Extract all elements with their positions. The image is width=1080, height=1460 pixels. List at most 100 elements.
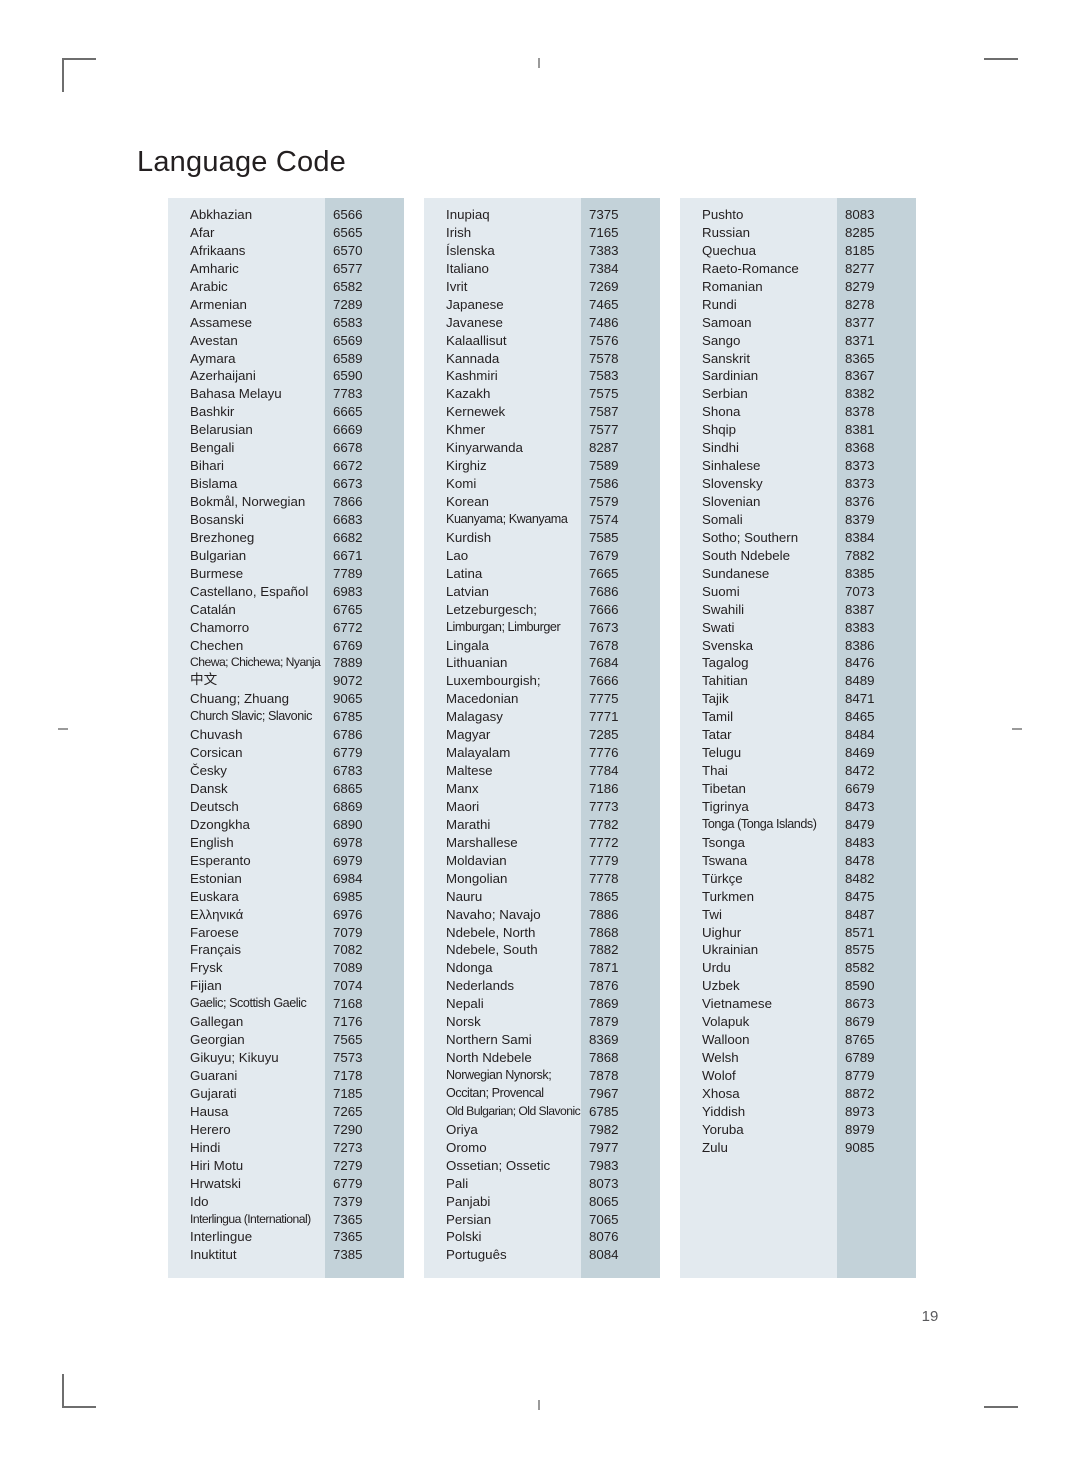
language-name: Brezhoneg bbox=[190, 529, 255, 545]
language-code-value: 8679 bbox=[845, 1014, 875, 1030]
language-code-value: 6665 bbox=[333, 404, 363, 420]
language-code-value: 7082 bbox=[333, 942, 363, 958]
language-code-value: 6985 bbox=[333, 888, 363, 904]
language-code-value: 7465 bbox=[589, 296, 619, 312]
language-code-value: 6679 bbox=[845, 781, 875, 796]
language-code-column-1: Abkhazian Afar Afrikaans Amharic Arabic Armen… bbox=[168, 198, 404, 1279]
language-name: Tsonga bbox=[702, 834, 745, 850]
language-code-value: 7772 bbox=[589, 834, 619, 850]
language-code-value: 7289 bbox=[333, 296, 363, 312]
language-code-value: 7185 bbox=[333, 1085, 363, 1101]
language-name: Occitan; Provencal bbox=[446, 1085, 544, 1100]
language-code-value: 6582 bbox=[333, 278, 363, 294]
language-name: Swati bbox=[702, 619, 735, 635]
language-name: Chewa; Chichewa; Nyanja bbox=[190, 655, 321, 670]
language-code-value: 7666 bbox=[589, 673, 619, 689]
language-name: Guarani bbox=[190, 1068, 238, 1083]
language-code-value: 6672 bbox=[333, 458, 363, 474]
language-code-value: 7579 bbox=[589, 494, 619, 509]
language-name: Bulgarian bbox=[190, 547, 247, 563]
language-name: Letzeburgesch; bbox=[446, 601, 537, 617]
language-name: Walloon bbox=[702, 1032, 750, 1048]
language-code-value: 8383 bbox=[845, 619, 875, 635]
language-name: Svenska bbox=[702, 637, 753, 653]
empty-cell bbox=[837, 1211, 916, 1229]
language-code-value: 8779 bbox=[845, 1068, 875, 1083]
language-code-value: 7575 bbox=[589, 386, 619, 402]
language-code-value: 6869 bbox=[333, 798, 363, 814]
language-code-value: 8278 bbox=[845, 296, 875, 312]
language-name: Tswana bbox=[702, 852, 748, 868]
language-name: Faroese bbox=[190, 924, 239, 940]
language-name: Church Slavic; Slavonic bbox=[190, 709, 312, 724]
language-code-value: 8765 bbox=[845, 1032, 875, 1048]
language-code-value: 7576 bbox=[589, 332, 619, 348]
language-name: Oriya bbox=[446, 1121, 478, 1137]
language-code-value: 7789 bbox=[333, 565, 363, 581]
language-name: Ndebele, South bbox=[446, 942, 538, 958]
language-code-value: 8473 bbox=[845, 798, 875, 814]
language-code-value: 7573 bbox=[333, 1050, 363, 1066]
language-code-value: 8973 bbox=[845, 1103, 875, 1119]
language-name: Sango bbox=[702, 332, 741, 348]
language-name: Sundanese bbox=[702, 565, 770, 581]
language-name: Hiri Motu bbox=[190, 1157, 244, 1173]
language-code-value: 8377 bbox=[845, 314, 875, 330]
language-code-value: 7073 bbox=[845, 583, 875, 599]
language-code-value: 8279 bbox=[845, 278, 875, 294]
language-code-value: 6789 bbox=[845, 1050, 875, 1066]
language-code-value: 8369 bbox=[589, 1032, 619, 1048]
language-code-value: 7273 bbox=[333, 1139, 363, 1155]
language-code-value: 8368 bbox=[845, 440, 875, 456]
language-code-value: 8472 bbox=[845, 763, 875, 779]
language-name: Norsk bbox=[446, 1014, 481, 1030]
language-name: Polski bbox=[446, 1229, 482, 1245]
language-code-value: 7385 bbox=[333, 1247, 363, 1263]
language-code-column: 7375 7165 7383 7384 7269 7465 7486 7576 7578 7583… bbox=[581, 198, 660, 1279]
crop-mark-top-left bbox=[62, 58, 96, 92]
language-name: Ossetian; Ossetic bbox=[446, 1157, 551, 1173]
language-name: Moldavian bbox=[446, 852, 507, 868]
language-code-value: 7665 bbox=[589, 565, 619, 581]
language-code-value: 6671 bbox=[333, 547, 363, 563]
language-name: Nederlands bbox=[446, 978, 515, 994]
language-code-value: 7589 bbox=[589, 458, 619, 474]
language-code-value: 8285 bbox=[845, 224, 875, 240]
language-name: Tajik bbox=[702, 691, 729, 707]
language-name: Gikuyu; Kikuyu bbox=[190, 1050, 279, 1066]
language-code-value: 6779 bbox=[333, 745, 363, 761]
language-code-value: 7967 bbox=[589, 1085, 619, 1101]
language-name: Inuktitut bbox=[190, 1247, 237, 1263]
crop-mark-top-right bbox=[984, 58, 1018, 92]
language-code-value: 7583 bbox=[589, 368, 619, 384]
language-code-value: 8590 bbox=[845, 978, 875, 994]
language-code-value: 7365 bbox=[333, 1229, 363, 1245]
language-code-table: Abkhazian Afar Afrikaans Amharic Arabic Armen… bbox=[168, 198, 918, 1279]
language-code-value: 7577 bbox=[589, 422, 619, 438]
language-code-value: 6979 bbox=[333, 852, 363, 868]
registration-tick-top bbox=[538, 58, 540, 68]
language-name: Urdu bbox=[702, 960, 731, 976]
language-name: Navaho; Navajo bbox=[446, 906, 541, 922]
language-code-value: 6769 bbox=[333, 637, 363, 653]
language-name: Slovensky bbox=[702, 476, 763, 492]
language-name: Wolof bbox=[702, 1068, 736, 1083]
language-name: Chuvash bbox=[190, 727, 243, 743]
language-name: Bislama bbox=[190, 476, 238, 492]
language-name: Slovenian bbox=[702, 494, 761, 509]
language-name-column: Inupiaq Irish Íslenska Italiano Ivrit Japanes… bbox=[424, 198, 581, 1279]
language-name: Mongolian bbox=[446, 870, 508, 886]
language-code-value: 7678 bbox=[589, 637, 619, 653]
language-code-value: 8387 bbox=[845, 601, 875, 617]
language-code-value: 8872 bbox=[845, 1085, 875, 1101]
language-name: Thai bbox=[702, 763, 728, 779]
language-code-value: 8382 bbox=[845, 386, 875, 402]
language-name: Twi bbox=[702, 906, 722, 922]
language-name: Ukrainian bbox=[702, 942, 759, 958]
language-name: Sindhi bbox=[702, 440, 739, 456]
language-code-value: 7882 bbox=[845, 547, 875, 563]
language-name: Old Bulgarian; Old Slavonic bbox=[446, 1103, 581, 1118]
language-name: Belarusian bbox=[190, 422, 253, 438]
language-name: Ndebele, North bbox=[446, 924, 536, 940]
language-name: Northern Sami bbox=[446, 1032, 532, 1048]
